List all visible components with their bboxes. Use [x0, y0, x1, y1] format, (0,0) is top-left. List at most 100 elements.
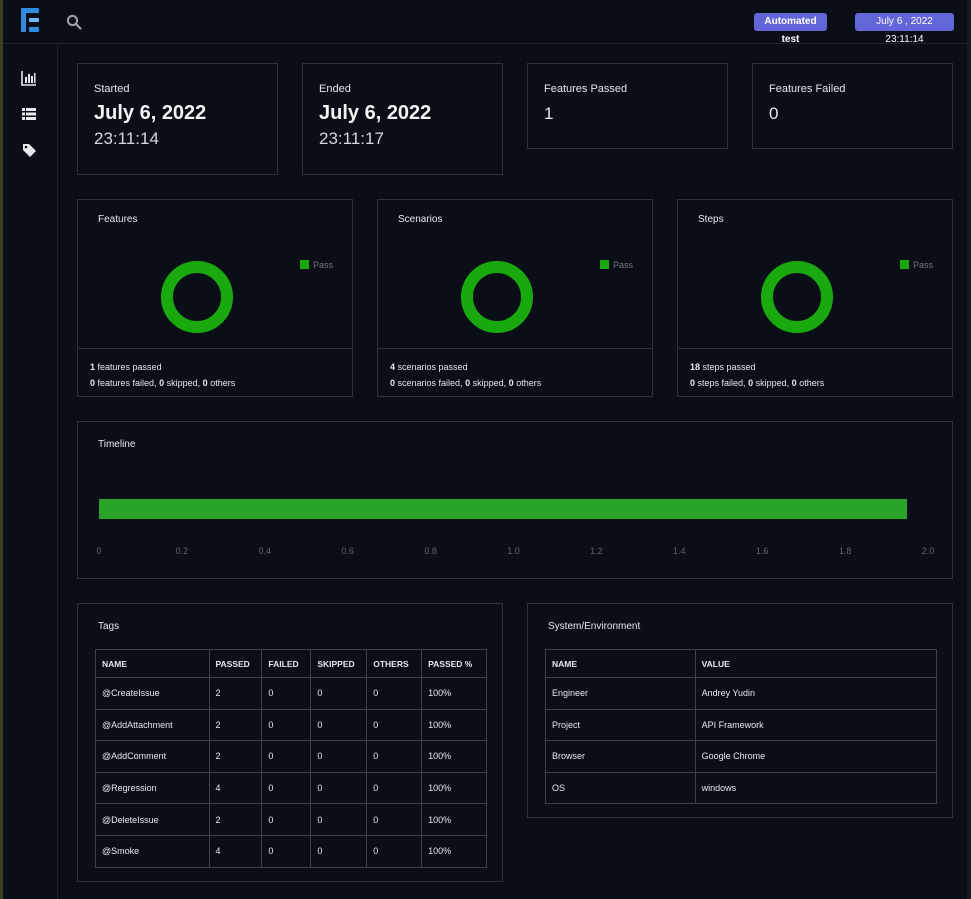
tags-cell: 100%	[421, 677, 487, 710]
features-passed-text: features passed	[97, 362, 162, 372]
features-others-count: 0	[202, 378, 208, 388]
tags-cell: 0	[261, 834, 312, 868]
tags-cell: 100%	[421, 771, 487, 805]
scenarios-failed-count: 0	[390, 378, 396, 388]
features-skipped-count: 0	[159, 378, 165, 388]
pass-legend-swatch	[600, 260, 609, 269]
timeline-bar[interactable]	[99, 499, 908, 519]
features-failed-value: 0	[769, 104, 779, 123]
started-date: July 6, 2022	[94, 102, 207, 124]
features-failed-card: Features Failed 0	[752, 63, 953, 149]
automated-test-badge: Automated test	[754, 13, 827, 45]
tags-cell: @DeleteIssue	[95, 803, 210, 836]
features-failed-text: features failed,	[97, 378, 157, 388]
timeline-tick-label: 0.4	[258, 546, 272, 556]
features-passed-value: 1	[544, 104, 554, 123]
scenarios-legend-label: Pass	[613, 260, 634, 270]
features-failed-label: Features Failed	[769, 83, 846, 95]
scenarios-others-count: 0	[508, 378, 514, 388]
steps-skipped-text: skipped,	[755, 378, 790, 388]
tags-column-header[interactable]: NAME	[95, 649, 210, 678]
tags-cell: 0	[261, 708, 312, 742]
timeline-tick-label: 1.4	[673, 546, 686, 556]
environment-column-header[interactable]: NAME	[545, 649, 696, 678]
tags-cell: @Smoke	[95, 834, 210, 868]
ended-date: July 6, 2022	[319, 102, 432, 124]
environment-row: Browser Google Chrome	[545, 740, 938, 773]
environment-row: Project API Framework	[545, 708, 938, 742]
tags-cell: 4	[208, 771, 263, 805]
scenarios-legend[interactable]: Pass	[600, 260, 633, 270]
tags-row: @AddComment 2 0 0 0 100%	[95, 740, 487, 773]
environment-column-header[interactable]: VALUE	[694, 649, 938, 678]
tags-cell: 0	[366, 834, 423, 868]
timeline-title: Timeline	[98, 439, 136, 450]
tags-column-header[interactable]: PASSED	[208, 649, 263, 678]
sidebar	[0, 44, 58, 899]
tags-cell: @AddAttachment	[95, 708, 210, 742]
tags-cell: 0	[310, 803, 368, 836]
steps-failed-count: 0	[690, 378, 696, 388]
window-edge	[0, 0, 3, 899]
tags-table: NAME PASSED FAILED SKIPPED OTHERS PASSED % @C…	[95, 649, 487, 868]
timeline-tick-label: 0.8	[424, 546, 437, 556]
environment-cell: OS	[545, 771, 696, 805]
tags-cell: 0	[366, 708, 423, 742]
features-summary: 1 features passed 0 features failed, 0 s…	[78, 348, 352, 396]
scenarios-others-text: others	[516, 378, 542, 388]
tags-cell: 2	[208, 677, 263, 710]
environment-card: System/Environment NAME VALUE Engineer And…	[527, 603, 953, 818]
ended-time: 23:11:17	[319, 129, 384, 148]
ended-card: Ended July 6, 2022 23:11:17	[302, 63, 503, 175]
features-skipped-text: skipped,	[166, 378, 201, 388]
tags-row: @Smoke 4 0 0 0 100%	[95, 834, 487, 868]
tags-cell: 0	[310, 834, 368, 868]
pass-legend-swatch	[300, 260, 309, 269]
scenarios-chart-card: Scenarios Pass 4 scenarios passed 0 scen…	[377, 199, 653, 397]
app-logo-icon[interactable]	[20, 6, 42, 34]
scrollbar-track[interactable]	[967, 0, 971, 899]
scenarios-skipped-text: skipped,	[472, 378, 507, 388]
timeline-tick-label: 0	[96, 546, 102, 556]
timeline-tick-label: 1.6	[755, 546, 769, 556]
steps-chart-title: Steps	[698, 214, 724, 225]
tags-column-header[interactable]: FAILED	[261, 649, 312, 678]
tags-column-header[interactable]: PASSED %	[421, 649, 487, 678]
tags-row: @AddAttachment 2 0 0 0 100%	[95, 708, 487, 742]
environment-cell: API Framework	[694, 708, 938, 742]
steps-passed-text: steps passed	[702, 362, 756, 372]
environment-cell: Engineer	[545, 677, 696, 710]
tags-card: Tags NAME PASSED FAILED SKIPPED OTHERS PASSED…	[77, 603, 503, 882]
features-passed-count: 1	[90, 362, 96, 372]
tag-icon[interactable]	[21, 142, 37, 158]
scenarios-passed-count: 4	[390, 362, 396, 372]
tags-cell: 0	[310, 740, 368, 773]
features-chart-title: Features	[98, 214, 138, 225]
bar-chart-icon[interactable]	[21, 70, 37, 86]
tags-cell: @Regression	[95, 771, 210, 805]
features-legend-label: Pass	[313, 260, 334, 270]
scenarios-failed-text: scenarios failed,	[397, 378, 463, 388]
tags-cell: 2	[208, 803, 263, 836]
steps-legend[interactable]: Pass	[900, 260, 933, 270]
timeline-tick-label: 1.0	[507, 546, 520, 556]
scenarios-skipped-count: 0	[465, 378, 471, 388]
tags-cell: 100%	[421, 834, 487, 868]
scenarios-summary: 4 scenarios passed 0 scenarios failed, 0…	[378, 348, 652, 396]
started-card: Started July 6, 2022 23:11:14	[77, 63, 278, 175]
tags-cell: 0	[261, 740, 312, 773]
search-icon[interactable]	[66, 14, 82, 30]
tags-cell: 100%	[421, 740, 487, 773]
list-icon[interactable]	[21, 106, 37, 122]
tags-column-header[interactable]: OTHERS	[366, 649, 423, 678]
report-date-badge: July 6 , 2022 23:11:14	[855, 13, 954, 45]
features-chart-card: Features Pass 1 features passed 0 featur…	[77, 199, 353, 397]
tags-title: Tags	[98, 621, 120, 632]
timeline-tick-label: 2.0	[921, 546, 935, 556]
tags-cell: 0	[310, 708, 368, 742]
timeline-tick-label: 0.2	[175, 546, 189, 556]
features-legend[interactable]: Pass	[300, 260, 333, 270]
tags-column-header[interactable]: SKIPPED	[310, 649, 368, 678]
tags-cell: 2	[208, 708, 263, 742]
environment-table: NAME VALUE Engineer Andrey Yudin Project API…	[545, 649, 938, 805]
